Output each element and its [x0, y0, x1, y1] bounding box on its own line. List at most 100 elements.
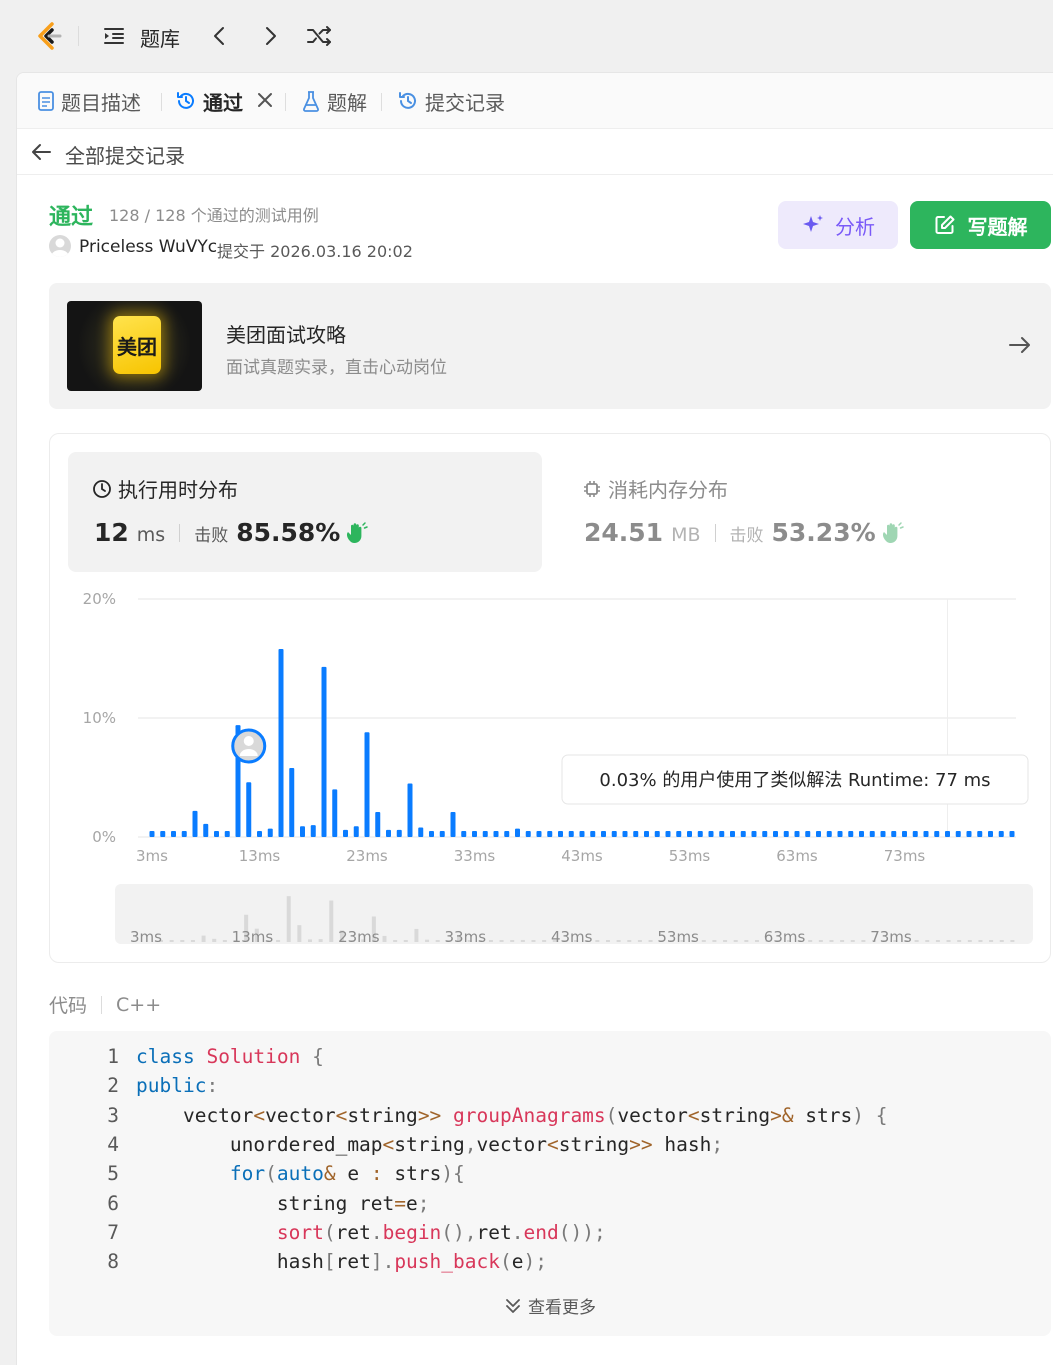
value-divider [714, 523, 716, 542]
problem-bank-link[interactable]: 题库 [140, 23, 180, 52]
line-number: 1 [107, 1045, 119, 1068]
overview-tick-label: 13ms [232, 928, 274, 946]
arrow-left-icon[interactable] [29, 141, 53, 163]
runtime-beat-pct: 85.58% [236, 518, 341, 547]
memory-label[interactable]: 消耗内存分布 [582, 474, 728, 503]
chart-bar [472, 831, 477, 837]
overview-bar [595, 940, 600, 942]
overview-bar [488, 940, 493, 942]
overview-bar [648, 940, 653, 942]
code-line: 3 vector<vector<string>> groupAnagrams(v… [49, 1104, 1051, 1133]
overview-bar [616, 940, 621, 942]
overview-bar [935, 940, 940, 942]
code-line: 4 unordered_map<string,vector<string>> h… [49, 1133, 1051, 1162]
user-avatar-head [243, 736, 254, 746]
chart-bar [945, 831, 950, 837]
memory-value: 24.51 [584, 518, 664, 547]
overview-bar [425, 939, 430, 942]
overview-bar [276, 939, 281, 942]
chart-bar [439, 831, 445, 837]
chart-bar [966, 831, 972, 837]
line-number: 5 [107, 1162, 119, 1185]
chart-bar [461, 831, 467, 837]
chevron-right-icon[interactable] [258, 24, 282, 48]
chart-bar [171, 831, 176, 837]
username[interactable]: Priceless WuVYc [79, 237, 217, 257]
chart-bar [300, 826, 305, 837]
tab-submissions[interactable]: 提交记录 [397, 87, 505, 115]
chart-bar [611, 831, 617, 837]
x-tick-label: 63ms [776, 847, 818, 865]
chart-bar [321, 666, 327, 837]
arrow-right-icon[interactable] [1007, 333, 1033, 357]
analyze-button[interactable]: 分析 [778, 201, 898, 249]
chart-bar [902, 831, 907, 837]
avatar[interactable] [49, 235, 71, 257]
tab-solutions[interactable]: 题解 [301, 87, 367, 115]
chart-bar [988, 831, 993, 837]
code-line: 7 sort(ret.begin(),ret.end()); [49, 1221, 1051, 1250]
tab-accepted[interactable]: 通过 [175, 87, 243, 115]
overview-tick-label: 3ms [130, 928, 162, 946]
tab-accepted-label: 通过 [203, 90, 243, 115]
chart-bar [418, 827, 424, 837]
chart-bar [923, 831, 929, 837]
show-more-button[interactable]: 查看更多 [49, 1293, 1051, 1318]
y-tick-label: 0% [92, 828, 116, 846]
back-label[interactable]: 全部提交记录 [65, 140, 185, 169]
overview-bar [393, 940, 398, 942]
overview-bar [818, 940, 823, 942]
overview-bar [201, 935, 206, 942]
promo-banner[interactable]: 美团 美团面试攻略 面试真题实录，直击心动岗位 [49, 283, 1051, 409]
promo-title: 美团面试攻略 [226, 323, 346, 347]
chart-bar [493, 831, 499, 837]
memory-value-row: 24.51 MB 击败 53.23% [584, 518, 904, 547]
chart-bar [891, 831, 897, 837]
chart-bar [955, 831, 961, 837]
chart-bar [364, 732, 370, 837]
overview-bar [808, 940, 813, 942]
runtime-card[interactable]: 执行用时分布 12 ms 击败 85.58% [68, 452, 542, 572]
chart-bar [869, 831, 875, 837]
write-solution-button[interactable]: 写题解 [910, 201, 1051, 249]
chart-bar [547, 831, 553, 837]
overview-bar [520, 939, 525, 942]
code-line: 5 for(auto& e : strs){ [49, 1162, 1051, 1191]
top-nav: 题库 [0, 0, 1053, 72]
chart-bar [848, 831, 854, 837]
history-icon [177, 92, 194, 109]
x-tick-label: 73ms [884, 847, 926, 865]
document-icon [38, 91, 54, 111]
tab-description-label: 题目描述 [61, 90, 141, 115]
chevron-left-icon[interactable] [208, 24, 232, 48]
shuffle-icon[interactable] [306, 24, 334, 48]
chart-bar [773, 831, 778, 837]
chart-bar [708, 831, 714, 837]
overview-tick-label: 63ms [764, 928, 806, 946]
chart-bar [149, 831, 155, 837]
flask-icon [303, 91, 319, 112]
overview-bar [999, 940, 1004, 942]
promo-image: 美团 [67, 301, 202, 391]
chart-bar [203, 823, 209, 837]
chart-bar [816, 831, 821, 837]
submit-time: 提交于 2026.03.16 20:02 [217, 242, 413, 261]
runtime-unit: ms [136, 524, 166, 546]
chart-bar [482, 831, 488, 837]
chart-bar [751, 831, 757, 837]
back-to-all-submissions[interactable]: 全部提交记录 [17, 129, 1053, 175]
close-icon[interactable] [255, 90, 275, 110]
x-tick-label: 33ms [454, 847, 496, 865]
overview-bar [925, 940, 930, 942]
sparkle-icon [803, 215, 823, 232]
x-tick-label: 13ms [239, 847, 281, 865]
chart-bar [343, 829, 348, 837]
tab-description[interactable]: 题目描述 [37, 87, 141, 115]
runtime-distribution-chart[interactable]: 20% 10% 0% 3ms 13ms 23ms 33ms 43ms 53ms 63ms 73ms 0… [50, 584, 1052, 964]
chart-bar [837, 831, 843, 837]
code-header: 代码 C++ [49, 991, 161, 1018]
overview-bar [329, 900, 334, 942]
code-block[interactable]: 1 class Solution { 2 public: 3 vector<vect… [49, 1031, 1051, 1336]
list-indent-icon[interactable] [102, 24, 126, 48]
leetcode-logo-icon[interactable] [32, 20, 64, 52]
